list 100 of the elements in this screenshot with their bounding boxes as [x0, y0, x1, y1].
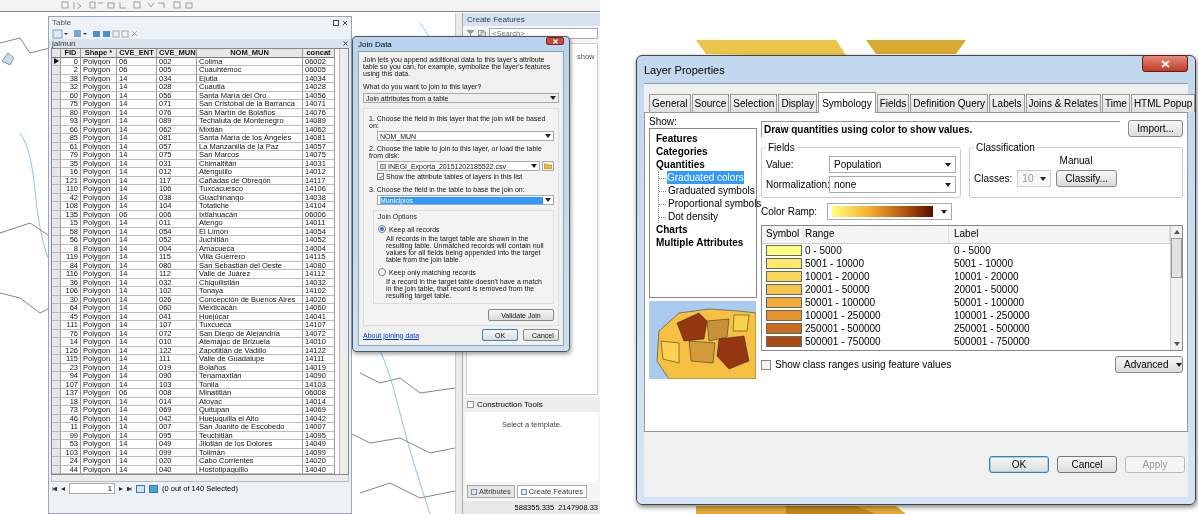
tab[interactable]: General: [649, 94, 691, 112]
tab[interactable]: Definition Query: [910, 94, 989, 112]
range-cell[interactable]: 20001 - 50000: [804, 284, 949, 295]
first-record-icon[interactable]: [52, 486, 57, 491]
close-icon: [552, 38, 558, 44]
label-cell[interactable]: 50001 - 100000: [949, 297, 1170, 308]
label-cell[interactable]: 0 - 5000: [949, 245, 1170, 256]
advanced-button[interactable]: Advanced: [1115, 356, 1183, 373]
caret-icon: [550, 96, 556, 100]
symbol-swatch[interactable]: [766, 336, 802, 347]
tab[interactable]: Display: [778, 94, 818, 112]
scroll-up-icon[interactable]: [1173, 230, 1180, 234]
caret-icon: [531, 164, 537, 168]
caret-icon: [545, 134, 551, 138]
tab[interactable]: Fields: [876, 94, 910, 112]
tab[interactable]: Joins & Relates: [1025, 94, 1101, 112]
tree-item[interactable]: Multiple Attributes: [655, 236, 745, 249]
caret-icon: [545, 198, 551, 202]
label-cell[interactable]: 20001 - 50000: [949, 284, 1170, 295]
import-button[interactable]: Import...: [1128, 120, 1183, 137]
field-label: Classes:: [974, 173, 1013, 184]
range-cell[interactable]: 0 - 5000: [804, 245, 949, 256]
close-icon[interactable]: [343, 41, 348, 46]
renderer-description: Draw quantities using color to show values.: [761, 120, 1121, 137]
checkbox[interactable]: [377, 173, 384, 180]
symbol-swatch[interactable]: [766, 284, 802, 295]
column-header[interactable]: Range: [804, 226, 949, 243]
layer-tab[interactable]: jalmun: [52, 39, 76, 48]
close-icon: [1160, 59, 1170, 68]
last-record-icon[interactable]: [127, 486, 132, 491]
maximize-icon[interactable]: [333, 19, 339, 26]
section-title: Construction Tools: [477, 400, 543, 409]
show-selected-records-icon[interactable]: [149, 484, 158, 493]
vertical-scrollbar[interactable]: [339, 49, 348, 474]
range-cell[interactable]: 10001 - 20000: [804, 271, 949, 282]
tree-item[interactable]: Quantities: [655, 158, 706, 171]
row-selector-header[interactable]: [52, 49, 61, 58]
tree-item[interactable]: Charts: [655, 223, 689, 236]
panel-title: Create Features: [463, 13, 600, 26]
next-record-icon[interactable]: [119, 486, 123, 491]
tab[interactable]: Symbology: [818, 92, 876, 113]
range-cell[interactable]: 50001 - 100000: [804, 297, 949, 308]
tab[interactable]: Source: [691, 94, 730, 112]
range-cell[interactable]: 250001 - 500000: [804, 323, 949, 334]
tab[interactable]: HTML Popup: [1130, 94, 1196, 112]
label-cell[interactable]: 250001 - 500000: [949, 323, 1170, 334]
horizontal-scrollbar[interactable]: [51, 475, 349, 482]
caret-icon: [1176, 362, 1183, 367]
browse-button[interactable]: [542, 161, 554, 171]
tree-item[interactable]: Dot density: [667, 210, 720, 223]
tree-item[interactable]: Graduated symbols: [667, 184, 756, 197]
tree-item[interactable]: Features: [655, 132, 699, 145]
radio-button[interactable]: [378, 225, 386, 233]
symbol-swatch[interactable]: [766, 258, 802, 269]
folder-icon: [544, 163, 552, 169]
field-label: Normalization:: [766, 179, 829, 190]
close-button[interactable]: [1142, 55, 1188, 72]
tab[interactable]: Labels: [989, 94, 1025, 112]
field-label: Value:: [766, 159, 795, 170]
normalization-dropdown[interactable]: none: [829, 176, 956, 193]
dialog-button[interactable]: Cancel: [1057, 456, 1117, 473]
label-cell[interactable]: 5001 - 10000: [949, 258, 1170, 269]
symbol-swatch[interactable]: [766, 297, 802, 308]
color-ramp-dropdown[interactable]: [827, 203, 953, 220]
previous-record-icon[interactable]: [61, 486, 65, 491]
label-cell[interactable]: 500001 - 750000: [949, 336, 1170, 347]
scrollbar-thumb[interactable]: [1171, 238, 1182, 278]
close-button[interactable]: [546, 37, 564, 45]
tab[interactable]: Time: [1102, 94, 1130, 112]
dialog-button[interactable]: OK: [989, 456, 1049, 473]
value-dropdown[interactable]: Population: [829, 156, 956, 173]
current-row-icon: [53, 58, 59, 65]
classification-method: Manual: [1058, 154, 1094, 168]
scroll-down-icon[interactable]: [1173, 342, 1180, 346]
vertical-scrollbar[interactable]: [1170, 226, 1182, 350]
tree-item[interactable]: Proportional symbols: [667, 197, 763, 210]
symbol-swatch[interactable]: [766, 245, 802, 256]
label-cell[interactable]: 10001 - 20000: [949, 271, 1170, 282]
range-cell[interactable]: 5001 - 10000: [804, 258, 949, 269]
tab-icon: [471, 488, 477, 495]
radio-button[interactable]: [378, 268, 386, 276]
checkbox[interactable]: [761, 359, 771, 370]
range-cell[interactable]: 500001 - 750000: [804, 336, 949, 347]
tab[interactable]: Selection: [730, 94, 778, 112]
show-all-records-icon[interactable]: [136, 484, 145, 493]
label-cell[interactable]: 100001 - 250000: [949, 310, 1170, 321]
table-icon: [380, 163, 386, 169]
column-header[interactable]: Symbol: [762, 226, 804, 243]
symbol-swatch[interactable]: [766, 271, 802, 282]
close-icon[interactable]: [342, 19, 348, 26]
group-title: Classification: [975, 142, 1036, 153]
range-cell[interactable]: 100001 - 250000: [804, 310, 949, 321]
dialog-title: Join Data: [358, 40, 392, 49]
caret-icon: [945, 162, 951, 167]
caret-icon: [945, 182, 951, 187]
symbol-swatch[interactable]: [766, 323, 802, 334]
tree-item[interactable]: Categories: [655, 145, 709, 158]
field-label: Color Ramp:: [761, 206, 818, 217]
classify-button[interactable]: Classify...: [1056, 170, 1117, 187]
symbol-swatch[interactable]: [766, 310, 802, 321]
